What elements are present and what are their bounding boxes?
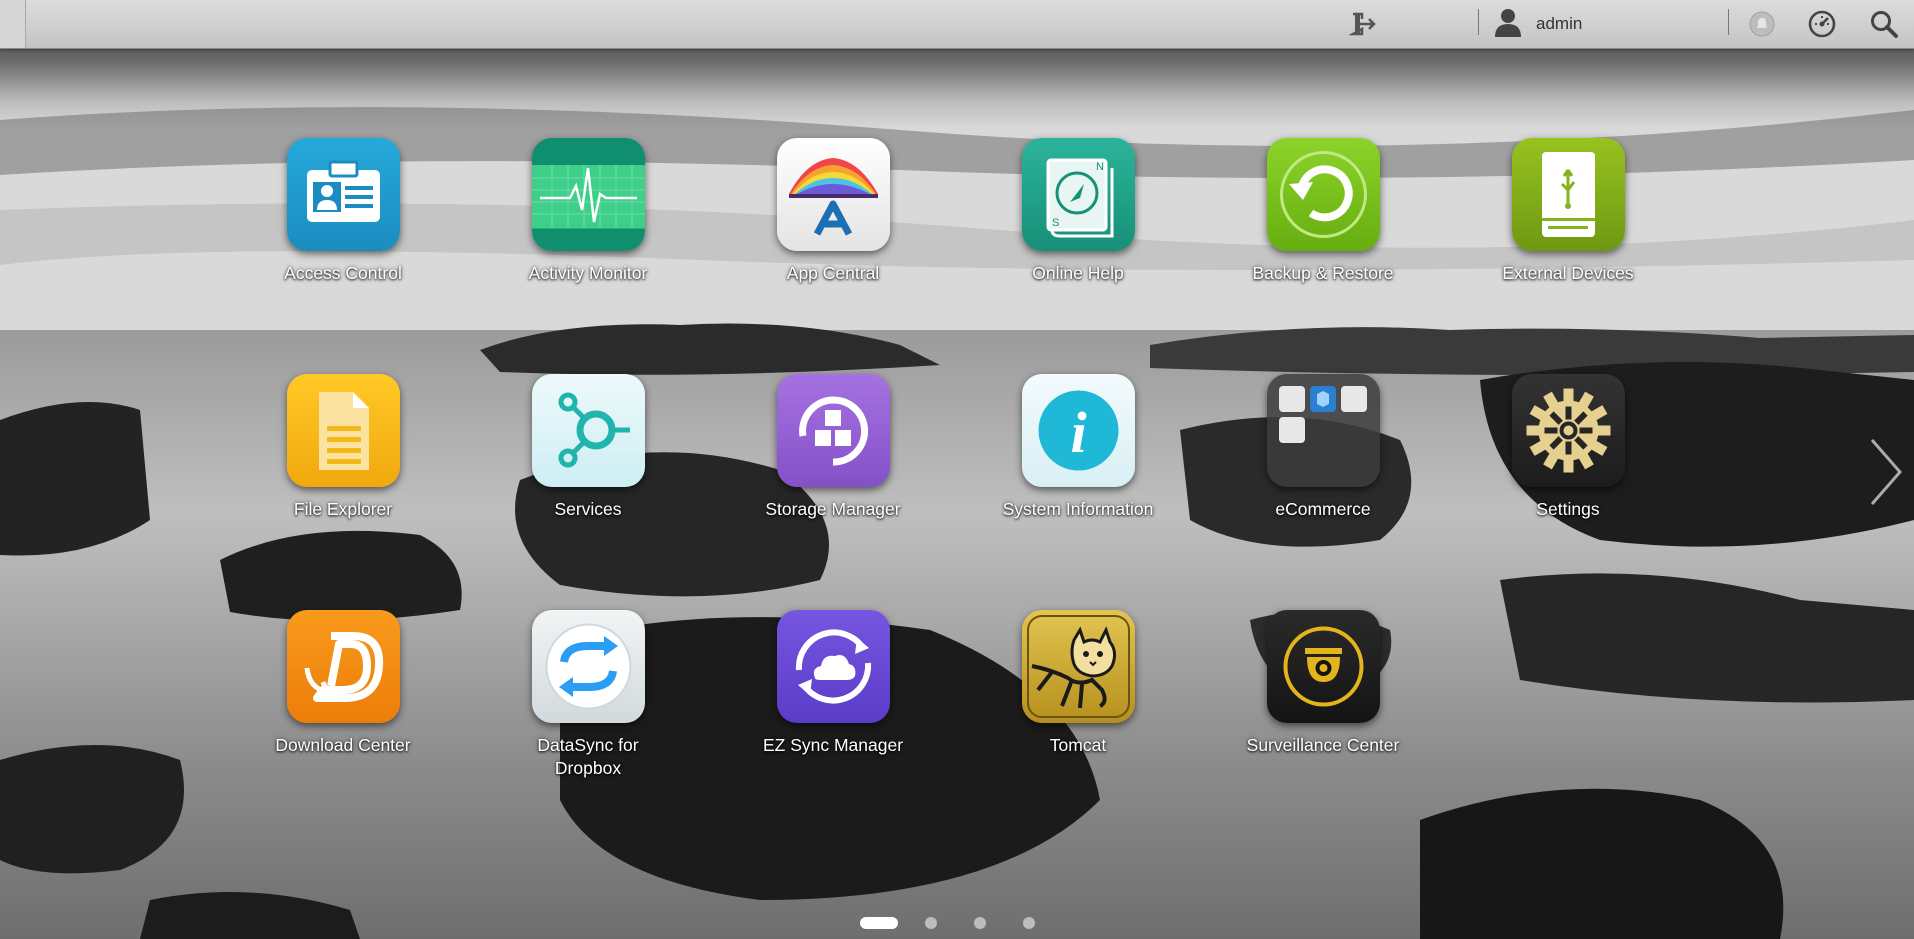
svg-text:N: N (1096, 161, 1104, 173)
cloud-sync-icon (776, 610, 890, 723)
id-card-icon (286, 138, 400, 251)
app-label: eCommerce (1275, 499, 1371, 519)
topbar-separator (1728, 9, 1729, 35)
sign-out-icon[interactable] (1345, 0, 1381, 48)
app-ez-sync-manager[interactable]: EZ Sync Manager (733, 610, 933, 757)
app-label: Activity Monitor (528, 263, 648, 283)
app-settings[interactable]: Settings (1468, 374, 1668, 521)
top-bar: admin (0, 0, 1914, 49)
app-backup-restore[interactable]: Backup & Restore (1223, 138, 1423, 285)
app-download-center[interactable]: Download Center (243, 610, 443, 757)
app-activity-monitor[interactable]: Activity Monitor (488, 138, 688, 285)
app-label: External Devices (1502, 263, 1634, 283)
app-label: Settings (1536, 499, 1600, 519)
app-online-help[interactable]: N S Online Help (978, 138, 1178, 285)
app-services[interactable]: Services (488, 374, 688, 521)
rainbow-a-icon (776, 138, 890, 251)
app-label: App Central (786, 263, 880, 283)
app-label: Surveillance Center (1246, 735, 1400, 755)
app-system-information[interactable]: i System Information (978, 374, 1178, 521)
app-app-central[interactable]: App Central (733, 138, 933, 285)
app-tomcat[interactable]: Tomcat (978, 610, 1178, 757)
app-storage-manager[interactable]: Storage Manager (733, 374, 933, 521)
app-access-control[interactable]: Access Control (243, 138, 443, 285)
app-label: Online Help (1032, 263, 1124, 283)
info-icon: i (1021, 374, 1135, 487)
user-menu[interactable]: admin (1492, 0, 1582, 48)
user-icon (1492, 6, 1524, 43)
app-surveillance-center[interactable]: Surveillance Center (1223, 610, 1423, 757)
chevron-right-icon[interactable] (1864, 432, 1908, 512)
page-dot-4[interactable] (1023, 917, 1035, 929)
storage-blocks-icon (776, 374, 890, 487)
gear-icon (1511, 374, 1625, 487)
dashboard-icon[interactable] (1804, 0, 1840, 48)
services-nodes-icon (531, 374, 645, 487)
app-label: Storage Manager (765, 499, 901, 519)
app-label: File Explorer (293, 499, 393, 519)
usb-drive-icon (1511, 138, 1625, 251)
app-label: Services (554, 499, 622, 519)
notification-icon[interactable] (1744, 0, 1780, 48)
sync-arrows-icon (531, 610, 645, 723)
page-dot-3[interactable] (974, 917, 986, 929)
svg-text:i: i (1070, 400, 1086, 465)
backup-cycle-icon (1266, 138, 1380, 251)
compass-book-icon: N S (1021, 138, 1135, 251)
app-label: EZ Sync Manager (762, 735, 904, 755)
app-label: Download Center (275, 735, 411, 755)
page-dot-2[interactable] (925, 917, 937, 929)
app-label: System Information (1002, 499, 1154, 519)
app-ecommerce[interactable]: eCommerce (1223, 374, 1423, 521)
search-icon[interactable] (1866, 0, 1902, 48)
app-external-devices[interactable]: External Devices (1468, 138, 1668, 285)
svg-text:S: S (1052, 217, 1059, 229)
app-file-explorer[interactable]: File Explorer (243, 374, 443, 521)
user-name: admin (1536, 14, 1583, 33)
sidebar-toggle[interactable] (0, 0, 26, 48)
tomcat-cat-icon (1021, 610, 1135, 723)
topbar-separator (1478, 9, 1479, 35)
app-label: Access Control (284, 263, 402, 283)
download-d-icon (286, 610, 400, 723)
app-label: Tomcat (1049, 735, 1107, 755)
camera-icon (1266, 610, 1380, 723)
app-label: Backup & Restore (1252, 263, 1394, 283)
heartbeat-icon (531, 138, 645, 251)
document-icon (286, 374, 400, 487)
ecommerce-folder-icon (1266, 374, 1380, 487)
page-dot-1[interactable] (860, 917, 898, 929)
app-datasync-dropbox[interactable]: DataSync for Dropbox (488, 610, 688, 780)
app-label: DataSync for Dropbox (537, 735, 639, 778)
